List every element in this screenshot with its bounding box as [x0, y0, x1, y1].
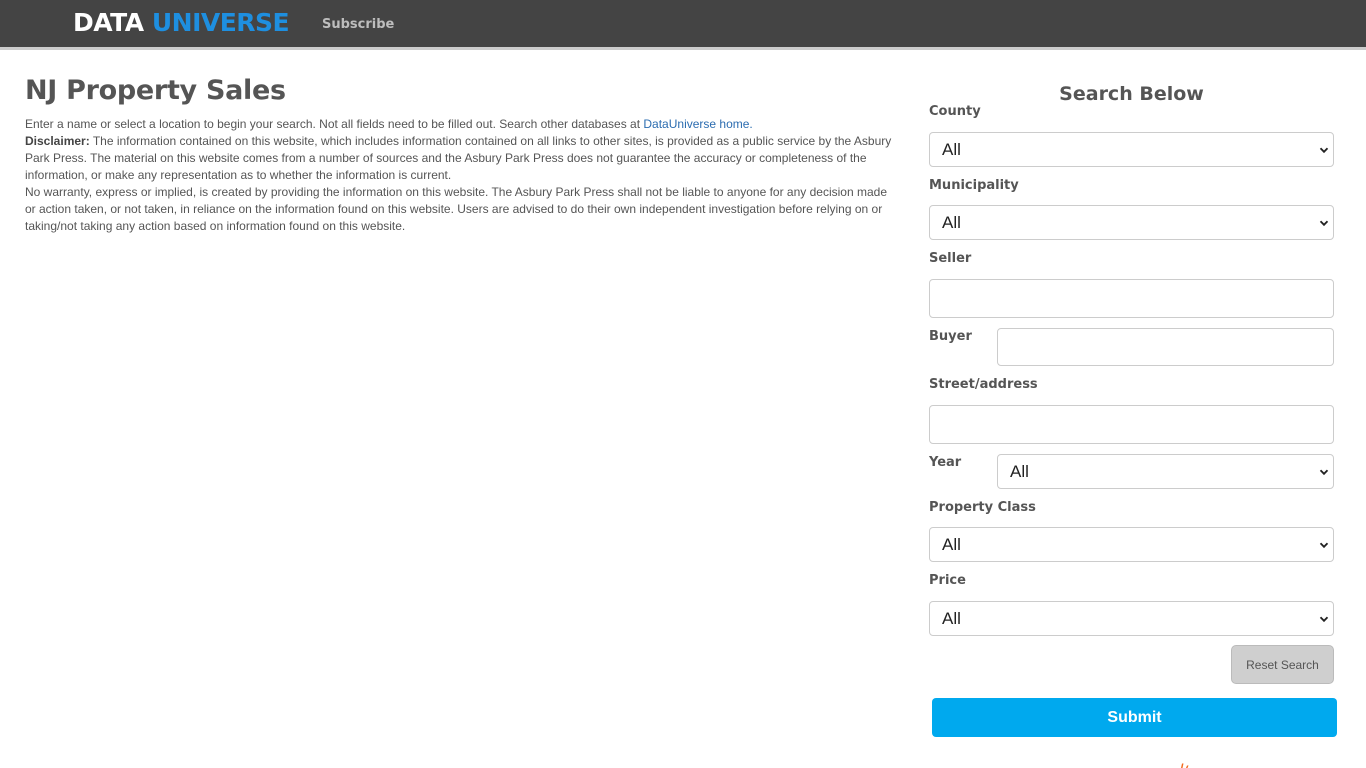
- reset-search-button[interactable]: Reset Search: [1231, 645, 1334, 684]
- disclaimer-label: Disclaimer:: [25, 134, 90, 148]
- intro-disclaimer-block: Enter a name or select a location to beg…: [25, 116, 895, 235]
- chevron-down-icon: [1319, 616, 1329, 622]
- property-class-select[interactable]: All: [929, 527, 1334, 562]
- buyer-label: Buyer: [929, 329, 972, 344]
- data-universe-logo[interactable]: DATA UNIVERSE: [73, 8, 290, 37]
- chevron-down-icon: [1319, 220, 1329, 226]
- logo-text-data: DATA: [73, 8, 144, 37]
- top-navigation-bar: DATA UNIVERSE Subscribe: [0, 0, 1366, 50]
- partial-orange-graphic: [1181, 763, 1189, 768]
- municipality-select-value: All: [942, 212, 961, 232]
- county-select[interactable]: All: [929, 132, 1334, 167]
- chevron-down-icon: [1319, 147, 1329, 153]
- disclaimer-text: The information contained on this websit…: [25, 134, 892, 182]
- buyer-input[interactable]: [997, 328, 1334, 366]
- price-label: Price: [929, 573, 966, 588]
- county-select-value: All: [942, 139, 961, 159]
- price-select-value: All: [942, 608, 961, 628]
- property-class-label: Property Class: [929, 500, 1036, 515]
- municipality-label: Municipality: [929, 178, 1019, 193]
- street-address-input[interactable]: [929, 405, 1334, 444]
- street-address-label: Street/address: [929, 377, 1038, 392]
- page-title: NJ Property Sales: [25, 75, 286, 106]
- year-select[interactable]: All: [997, 454, 1334, 489]
- year-select-value: All: [1010, 461, 1029, 481]
- county-label: County: [929, 104, 981, 119]
- search-heading: Search Below: [1059, 83, 1204, 105]
- intro-text: Enter a name or select a location to beg…: [25, 117, 644, 131]
- subscribe-link[interactable]: Subscribe: [322, 17, 394, 33]
- seller-label: Seller: [929, 251, 972, 266]
- chevron-down-icon: [1319, 469, 1329, 475]
- warranty-paragraph: No warranty, express or implied, is crea…: [25, 185, 887, 233]
- municipality-select[interactable]: All: [929, 205, 1334, 240]
- year-label: Year: [929, 455, 962, 470]
- disclaimer-paragraph: Disclaimer: The information contained on…: [25, 133, 895, 184]
- seller-input[interactable]: [929, 279, 1334, 318]
- intro-paragraph: Enter a name or select a location to beg…: [25, 116, 895, 133]
- chevron-down-icon: [1319, 542, 1329, 548]
- property-class-select-value: All: [942, 534, 961, 554]
- logo-text-universe: UNIVERSE: [151, 8, 290, 37]
- datauniverse-home-link[interactable]: DataUniverse home.: [643, 117, 752, 131]
- price-select[interactable]: All: [929, 601, 1334, 636]
- submit-button[interactable]: Submit: [932, 698, 1337, 737]
